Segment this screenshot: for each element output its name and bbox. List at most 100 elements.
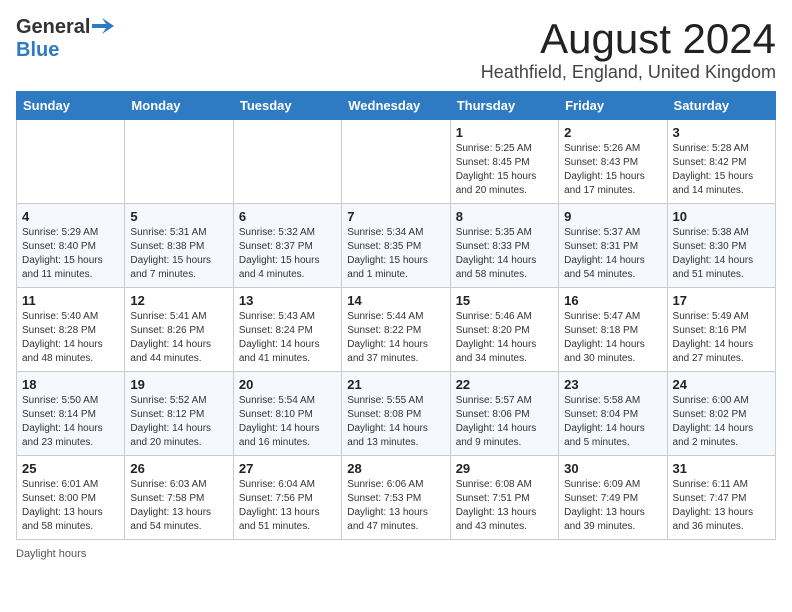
calendar-cell: 22 Sunrise: 5:57 AM Sunset: 8:06 PM Dayli… xyxy=(450,372,558,456)
day-number: 24 xyxy=(673,377,770,392)
day-info: Sunrise: 5:54 AM Sunset: 8:10 PM Dayligh… xyxy=(239,394,336,450)
day-number: 6 xyxy=(239,209,336,224)
day-number: 11 xyxy=(22,293,119,308)
calendar-cell: 12 Sunrise: 5:41 AM Sunset: 8:26 PM Dayli… xyxy=(125,288,233,372)
calendar-cell: 3 Sunrise: 5:28 AM Sunset: 8:42 PM Daylig… xyxy=(667,120,775,204)
calendar-cell xyxy=(233,120,341,204)
day-number: 4 xyxy=(22,209,119,224)
day-number: 23 xyxy=(564,377,661,392)
day-number: 18 xyxy=(22,377,119,392)
day-info: Sunrise: 6:08 AM Sunset: 7:51 PM Dayligh… xyxy=(456,478,553,534)
daylight-label: Daylight hours xyxy=(16,548,86,560)
day-number: 13 xyxy=(239,293,336,308)
calendar-cell xyxy=(17,120,125,204)
day-info: Sunrise: 5:41 AM Sunset: 8:26 PM Dayligh… xyxy=(130,310,227,366)
col-header-sunday: Sunday xyxy=(17,92,125,120)
calendar-cell: 5 Sunrise: 5:31 AM Sunset: 8:38 PM Daylig… xyxy=(125,204,233,288)
day-number: 15 xyxy=(456,293,553,308)
day-number: 25 xyxy=(22,461,119,476)
calendar-cell: 27 Sunrise: 6:04 AM Sunset: 7:56 PM Dayli… xyxy=(233,456,341,540)
day-number: 27 xyxy=(239,461,336,476)
col-header-monday: Monday xyxy=(125,92,233,120)
calendar-cell: 15 Sunrise: 5:46 AM Sunset: 8:20 PM Dayli… xyxy=(450,288,558,372)
calendar-week-row: 18 Sunrise: 5:50 AM Sunset: 8:14 PM Dayli… xyxy=(17,372,776,456)
title-area: August 2024 Heathfield, England, United … xyxy=(481,16,776,83)
calendar-cell: 16 Sunrise: 5:47 AM Sunset: 8:18 PM Dayli… xyxy=(559,288,667,372)
day-info: Sunrise: 5:31 AM Sunset: 8:38 PM Dayligh… xyxy=(130,226,227,282)
calendar-cell: 25 Sunrise: 6:01 AM Sunset: 8:00 PM Dayli… xyxy=(17,456,125,540)
day-number: 19 xyxy=(130,377,227,392)
calendar-week-row: 4 Sunrise: 5:29 AM Sunset: 8:40 PM Daylig… xyxy=(17,204,776,288)
day-number: 7 xyxy=(347,209,444,224)
day-number: 8 xyxy=(456,209,553,224)
calendar-cell: 6 Sunrise: 5:32 AM Sunset: 8:37 PM Daylig… xyxy=(233,204,341,288)
day-info: Sunrise: 5:52 AM Sunset: 8:12 PM Dayligh… xyxy=(130,394,227,450)
calendar-week-row: 11 Sunrise: 5:40 AM Sunset: 8:28 PM Dayli… xyxy=(17,288,776,372)
day-number: 22 xyxy=(456,377,553,392)
col-header-thursday: Thursday xyxy=(450,92,558,120)
logo: General Blue xyxy=(16,16,114,62)
day-number: 28 xyxy=(347,461,444,476)
day-info: Sunrise: 5:49 AM Sunset: 8:16 PM Dayligh… xyxy=(673,310,770,366)
location-title: Heathfield, England, United Kingdom xyxy=(481,62,776,83)
day-info: Sunrise: 5:25 AM Sunset: 8:45 PM Dayligh… xyxy=(456,142,553,198)
calendar-cell: 10 Sunrise: 5:38 AM Sunset: 8:30 PM Dayli… xyxy=(667,204,775,288)
day-number: 20 xyxy=(239,377,336,392)
day-info: Sunrise: 5:40 AM Sunset: 8:28 PM Dayligh… xyxy=(22,310,119,366)
day-info: Sunrise: 5:57 AM Sunset: 8:06 PM Dayligh… xyxy=(456,394,553,450)
day-number: 29 xyxy=(456,461,553,476)
logo-blue-text: Blue xyxy=(16,39,59,61)
day-number: 3 xyxy=(673,125,770,140)
day-info: Sunrise: 5:47 AM Sunset: 8:18 PM Dayligh… xyxy=(564,310,661,366)
day-info: Sunrise: 5:46 AM Sunset: 8:20 PM Dayligh… xyxy=(456,310,553,366)
calendar-cell: 20 Sunrise: 5:54 AM Sunset: 8:10 PM Dayli… xyxy=(233,372,341,456)
day-info: Sunrise: 5:58 AM Sunset: 8:04 PM Dayligh… xyxy=(564,394,661,450)
day-info: Sunrise: 5:32 AM Sunset: 8:37 PM Dayligh… xyxy=(239,226,336,282)
day-number: 12 xyxy=(130,293,227,308)
day-number: 9 xyxy=(564,209,661,224)
day-number: 26 xyxy=(130,461,227,476)
day-info: Sunrise: 5:37 AM Sunset: 8:31 PM Dayligh… xyxy=(564,226,661,282)
calendar-cell: 1Sunrise: 5:25 AM Sunset: 8:45 PM Daylig… xyxy=(450,120,558,204)
day-number: 21 xyxy=(347,377,444,392)
day-info: Sunrise: 5:26 AM Sunset: 8:43 PM Dayligh… xyxy=(564,142,661,198)
calendar-header-row: SundayMondayTuesdayWednesdayThursdayFrid… xyxy=(17,92,776,120)
day-info: Sunrise: 6:03 AM Sunset: 7:58 PM Dayligh… xyxy=(130,478,227,534)
day-info: Sunrise: 5:34 AM Sunset: 8:35 PM Dayligh… xyxy=(347,226,444,282)
calendar-cell: 23 Sunrise: 5:58 AM Sunset: 8:04 PM Dayli… xyxy=(559,372,667,456)
day-info: Sunrise: 5:35 AM Sunset: 8:33 PM Dayligh… xyxy=(456,226,553,282)
col-header-friday: Friday xyxy=(559,92,667,120)
day-info: Sunrise: 5:44 AM Sunset: 8:22 PM Dayligh… xyxy=(347,310,444,366)
col-header-tuesday: Tuesday xyxy=(233,92,341,120)
day-info: Sunrise: 6:04 AM Sunset: 7:56 PM Dayligh… xyxy=(239,478,336,534)
calendar-cell: 18 Sunrise: 5:50 AM Sunset: 8:14 PM Dayli… xyxy=(17,372,125,456)
calendar-cell: 31 Sunrise: 6:11 AM Sunset: 7:47 PM Dayli… xyxy=(667,456,775,540)
calendar-cell: 21 Sunrise: 5:55 AM Sunset: 8:08 PM Dayli… xyxy=(342,372,450,456)
day-info: Sunrise: 5:28 AM Sunset: 8:42 PM Dayligh… xyxy=(673,142,770,198)
col-header-wednesday: Wednesday xyxy=(342,92,450,120)
header: General Blue August 2024 Heathfield, Eng… xyxy=(16,16,776,83)
calendar-cell: 4 Sunrise: 5:29 AM Sunset: 8:40 PM Daylig… xyxy=(17,204,125,288)
day-info: Sunrise: 5:43 AM Sunset: 8:24 PM Dayligh… xyxy=(239,310,336,366)
calendar-cell: 28 Sunrise: 6:06 AM Sunset: 7:53 PM Dayli… xyxy=(342,456,450,540)
day-info: Sunrise: 5:50 AM Sunset: 8:14 PM Dayligh… xyxy=(22,394,119,450)
day-number: 5 xyxy=(130,209,227,224)
day-number: 2 xyxy=(564,125,661,140)
day-info: Sunrise: 5:38 AM Sunset: 8:30 PM Dayligh… xyxy=(673,226,770,282)
calendar-cell: 13 Sunrise: 5:43 AM Sunset: 8:24 PM Dayli… xyxy=(233,288,341,372)
calendar-cell xyxy=(125,120,233,204)
calendar-cell: 26 Sunrise: 6:03 AM Sunset: 7:58 PM Dayli… xyxy=(125,456,233,540)
day-number: 31 xyxy=(673,461,770,476)
day-info: Sunrise: 6:11 AM Sunset: 7:47 PM Dayligh… xyxy=(673,478,770,534)
day-number: 16 xyxy=(564,293,661,308)
day-info: Sunrise: 6:00 AM Sunset: 8:02 PM Dayligh… xyxy=(673,394,770,450)
calendar-cell: 29 Sunrise: 6:08 AM Sunset: 7:51 PM Dayli… xyxy=(450,456,558,540)
day-info: Sunrise: 5:29 AM Sunset: 8:40 PM Dayligh… xyxy=(22,226,119,282)
day-number: 10 xyxy=(673,209,770,224)
logo-general-text: General xyxy=(16,16,90,39)
day-info: Sunrise: 6:06 AM Sunset: 7:53 PM Dayligh… xyxy=(347,478,444,534)
calendar-cell: 9 Sunrise: 5:37 AM Sunset: 8:31 PM Daylig… xyxy=(559,204,667,288)
day-info: Sunrise: 5:55 AM Sunset: 8:08 PM Dayligh… xyxy=(347,394,444,450)
day-info: Sunrise: 6:01 AM Sunset: 8:00 PM Dayligh… xyxy=(22,478,119,534)
day-info: Sunrise: 6:09 AM Sunset: 7:49 PM Dayligh… xyxy=(564,478,661,534)
